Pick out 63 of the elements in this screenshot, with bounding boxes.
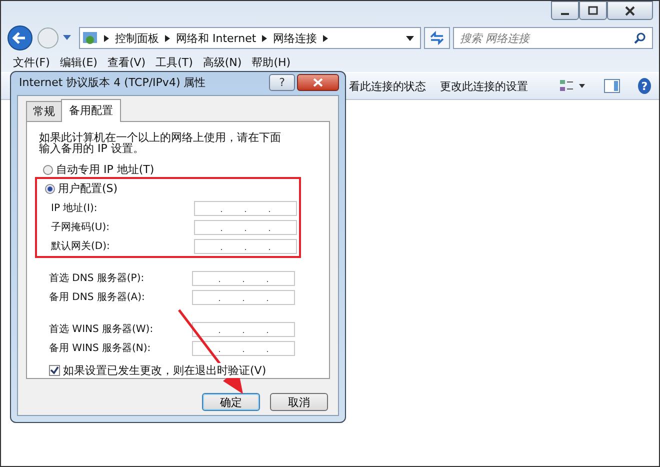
menu-item[interactable]: 文件(F) bbox=[13, 56, 50, 72]
chevron-icon bbox=[104, 34, 109, 42]
control-panel-icon bbox=[82, 30, 98, 46]
history-dropdown-icon[interactable] bbox=[63, 35, 71, 41]
radio-button[interactable] bbox=[45, 184, 55, 194]
search-icon[interactable] bbox=[634, 32, 646, 44]
chevron-icon bbox=[262, 34, 268, 42]
checkbox[interactable] bbox=[49, 365, 60, 376]
address-bar[interactable]: 控制面板 网络和 Internet 网络连接 bbox=[79, 27, 421, 49]
tab[interactable]: 备用配置 bbox=[61, 99, 121, 122]
field-label: 子网掩码(U): bbox=[51, 221, 110, 234]
menu-item[interactable]: 帮助(H) bbox=[252, 56, 291, 72]
field-label: 备用 WINS 服务器(N): bbox=[49, 342, 152, 355]
ip-address-field[interactable] bbox=[192, 322, 295, 336]
breadcrumb[interactable]: 网络连接 bbox=[273, 30, 318, 46]
menu-item[interactable]: 编辑(E) bbox=[60, 56, 98, 72]
command-button[interactable]: 更改此连接的设置 bbox=[440, 78, 528, 94]
minimize-icon bbox=[561, 12, 569, 14]
ip-address-field[interactable] bbox=[194, 200, 297, 216]
menu-item[interactable]: 高级(N) bbox=[202, 56, 242, 72]
back-button[interactable] bbox=[7, 25, 33, 51]
minimize-button[interactable] bbox=[551, 1, 579, 20]
checkbox-label[interactable]: 如果设置已发生更改，则在退出时验证(V) bbox=[63, 363, 266, 378]
menu-item[interactable]: 查看(V) bbox=[107, 56, 146, 72]
search-bar[interactable]: 搜索 网络连接 bbox=[453, 27, 653, 49]
field-label: 首选 DNS 服务器(P): bbox=[49, 272, 146, 285]
view-options-icon[interactable] bbox=[560, 79, 586, 93]
help-button[interactable]: ? bbox=[638, 78, 651, 94]
menu-item[interactable]: 工具(T) bbox=[156, 56, 193, 72]
breadcrumb[interactable]: 控制面板 bbox=[115, 30, 159, 46]
field-label: IP 地址(I): bbox=[51, 202, 98, 215]
chevron-icon bbox=[165, 34, 170, 42]
chevron-icon bbox=[323, 34, 328, 42]
ip-address-field[interactable] bbox=[194, 220, 297, 234]
refresh-icon bbox=[428, 30, 446, 46]
field-label: 备用 DNS 服务器(A): bbox=[49, 291, 146, 304]
close-button[interactable] bbox=[607, 1, 653, 20]
dropdown-icon[interactable] bbox=[406, 36, 414, 40]
ip-address-field[interactable] bbox=[192, 340, 295, 356]
default-button[interactable]: 确定 bbox=[202, 393, 260, 411]
ip-address-field[interactable] bbox=[192, 270, 295, 286]
close-icon bbox=[624, 6, 636, 16]
radio-button[interactable] bbox=[43, 164, 53, 174]
dialog-button[interactable]: 取消 bbox=[270, 393, 328, 411]
radio-label[interactable]: 自动专用 IP 地址(T) bbox=[56, 162, 154, 177]
radio-label[interactable]: 用户配置(S) bbox=[58, 181, 118, 196]
search-field[interactable]: 搜索 网络连接 bbox=[460, 32, 634, 44]
field-label: 首选 WINS 服务器(W): bbox=[49, 322, 154, 336]
command-button[interactable]: 看此连接的状态 bbox=[349, 78, 426, 94]
refresh-button[interactable] bbox=[424, 27, 450, 49]
breadcrumb[interactable]: 网络和 Internet bbox=[176, 30, 256, 46]
maximize-button[interactable] bbox=[579, 1, 607, 20]
ip-address-field[interactable] bbox=[194, 238, 297, 254]
dialog-title: Internet 协议版本 4 (TCP/IPv4) 属性 bbox=[19, 75, 206, 90]
field-label: 默认网关(D): bbox=[51, 240, 111, 253]
close-icon bbox=[313, 78, 323, 87]
ip-address-field[interactable] bbox=[192, 290, 295, 304]
description-text: 如果此计算机在一个以上的网络上使用，请在下面输入备用的 IP 设置。 bbox=[39, 132, 282, 154]
maximize-icon bbox=[587, 6, 599, 16]
help-button[interactable]: ? bbox=[269, 74, 295, 91]
preview-pane-icon[interactable] bbox=[604, 79, 620, 93]
tab[interactable]: 常规 bbox=[26, 101, 62, 121]
close-button[interactable] bbox=[297, 74, 339, 91]
